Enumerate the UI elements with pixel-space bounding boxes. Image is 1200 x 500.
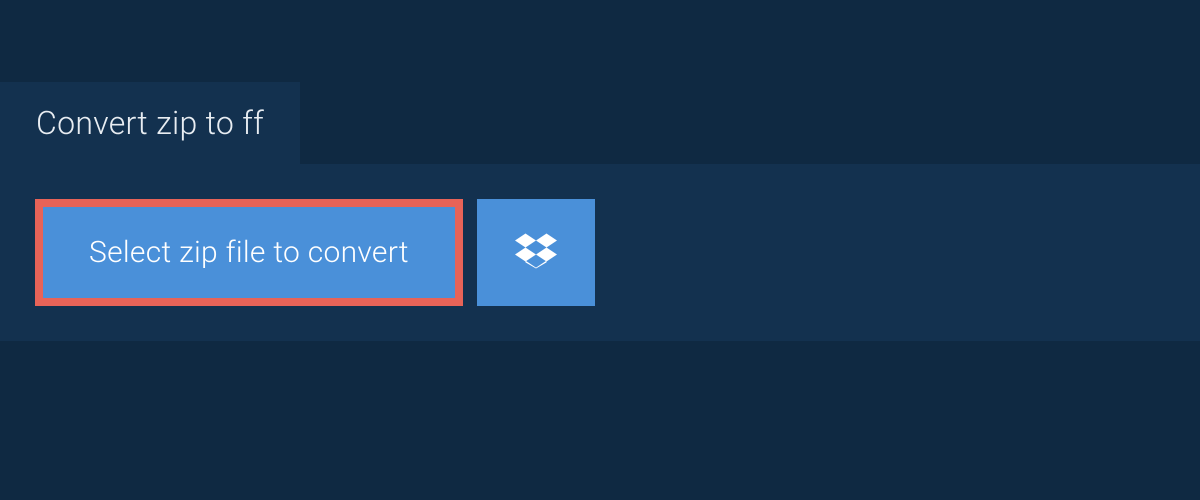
select-file-button[interactable]: Select zip file to convert (35, 199, 463, 306)
upload-panel: Select zip file to convert (0, 164, 1200, 341)
page-title: Convert zip to ff (36, 104, 264, 142)
tab-header: Convert zip to ff (0, 82, 300, 164)
dropbox-icon (515, 230, 557, 275)
select-file-button-label: Select zip file to convert (89, 235, 409, 270)
button-row: Select zip file to convert (35, 199, 1165, 306)
dropbox-button[interactable] (477, 199, 595, 306)
